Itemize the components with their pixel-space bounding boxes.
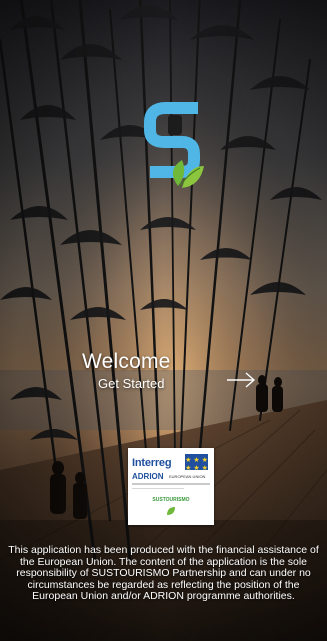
interreg-adrion-logo-card: Interreg ★ ★ ★ ★ ★ ★ ADRION EUROPEAN UNIO… — [128, 448, 214, 525]
eu-disclaimer-text: This application has been produced with … — [8, 544, 319, 602]
divider — [132, 483, 210, 485]
adrion-label: ADRION — [132, 472, 164, 481]
sustourismo-label: SUSTOURISMO — [152, 497, 190, 503]
welcome-screen: Welcome Get Started Interreg ★ ★ ★ ★ ★ ★ … — [0, 0, 327, 641]
welcome-title: Welcome — [82, 350, 171, 373]
eu-fund-label: EUROPEAN UNION — [169, 474, 206, 479]
arrow-right-icon[interactable] — [225, 370, 257, 390]
interreg-title: Interreg — [132, 457, 172, 469]
get-started-link[interactable]: Get Started — [98, 376, 164, 391]
sustourismo-logo-icon — [144, 102, 204, 188]
divider — [132, 488, 184, 489]
eu-flag-icon: ★ ★ ★ ★ ★ ★ — [185, 454, 208, 472]
leaf-icon — [167, 507, 175, 515]
